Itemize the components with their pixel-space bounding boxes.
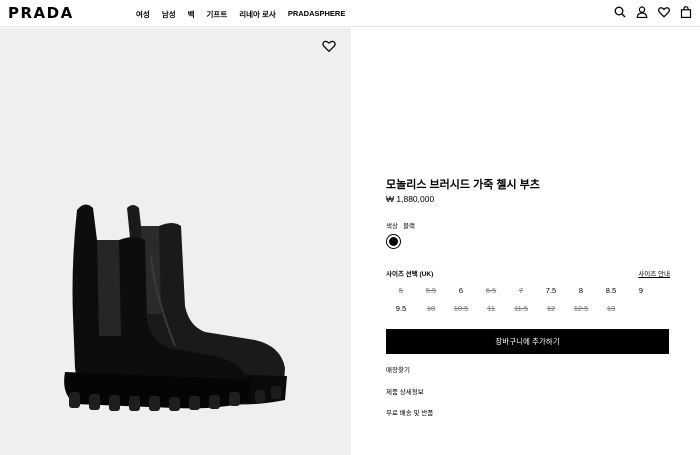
size-option-9[interactable]: 9 xyxy=(626,286,656,296)
size-option-12[interactable]: 12 xyxy=(536,304,566,314)
color-label: 색상 블랙 xyxy=(386,220,420,230)
size-option-6[interactable]: 6 xyxy=(446,286,476,296)
nav-item-gifts[interactable]: 기프트 xyxy=(207,9,228,20)
nav-item-men[interactable]: 남성 xyxy=(162,9,176,20)
size-option-11-5[interactable]: 11.5 xyxy=(506,304,536,314)
color-value: 블랙 xyxy=(402,223,415,230)
nav-item-linea-rossa[interactable]: 리네아 로사 xyxy=(239,9,276,20)
search-icon[interactable] xyxy=(614,6,626,18)
shipping-returns-link[interactable]: 무료 배송 및 반품 xyxy=(386,407,433,417)
size-option-9-5[interactable]: 9.5 xyxy=(386,304,416,314)
product-image-panel xyxy=(0,28,351,455)
product-price: ₩ 1,880,000 xyxy=(386,194,435,204)
product-image xyxy=(55,196,290,416)
size-select-label: 사이즈 선택 (UK) xyxy=(386,271,434,278)
site-header: PRADA 여성 남성 백 기프트 리네아 로사 PRADASPHERE xyxy=(0,0,700,27)
size-option-10[interactable]: 10 xyxy=(416,304,446,314)
nav-item-bags[interactable]: 백 xyxy=(188,9,195,20)
heart-icon[interactable] xyxy=(322,39,336,53)
shopping-bag-icon[interactable] xyxy=(680,6,692,18)
size-option-11[interactable]: 11 xyxy=(476,304,506,314)
color-swatch-black[interactable] xyxy=(386,234,401,249)
size-option-5-5[interactable]: 5.5 xyxy=(416,286,446,296)
size-option-7-5[interactable]: 7.5 xyxy=(536,286,566,296)
prada-logo[interactable]: PRADA xyxy=(8,4,74,22)
wishlist-heart-icon[interactable] xyxy=(658,6,670,18)
size-option-12-5[interactable]: 12.5 xyxy=(566,304,596,314)
product-details-link[interactable]: 제품 상세정보 xyxy=(386,386,424,396)
size-option-5[interactable]: 5 xyxy=(386,286,416,296)
size-option-6-5[interactable]: 6.5 xyxy=(476,286,506,296)
size-option-10-5[interactable]: 10.5 xyxy=(446,304,476,314)
size-option-13[interactable]: 13 xyxy=(596,304,626,314)
add-to-cart-button[interactable]: 장바구니에 추가하기 xyxy=(386,329,669,354)
size-guide-link[interactable]: 사이즈 안내 xyxy=(638,268,670,278)
size-option-8-5[interactable]: 8.5 xyxy=(596,286,626,296)
account-icon[interactable] xyxy=(636,6,648,18)
nav-item-pradasphere[interactable]: PRADASPHERE xyxy=(288,9,346,20)
size-grid: 5 5.5 6 6.5 7 7.5 8 8.5 9 9.5 10 10.5 11 11.5 12 12.5 13 xyxy=(386,286,656,314)
product-title: 모놀리스 브러시드 가죽 첼시 부츠 xyxy=(386,179,540,191)
size-option-8[interactable]: 8 xyxy=(566,286,596,296)
header-icons xyxy=(614,6,692,18)
size-option-7[interactable]: 7 xyxy=(506,286,536,296)
color-label-text: 색상 xyxy=(386,223,398,230)
store-locator-link[interactable]: 매장찾기 xyxy=(386,364,410,374)
main-nav: 여성 남성 백 기프트 리네아 로사 PRADASPHERE xyxy=(136,9,345,20)
nav-item-women[interactable]: 여성 xyxy=(136,9,150,20)
